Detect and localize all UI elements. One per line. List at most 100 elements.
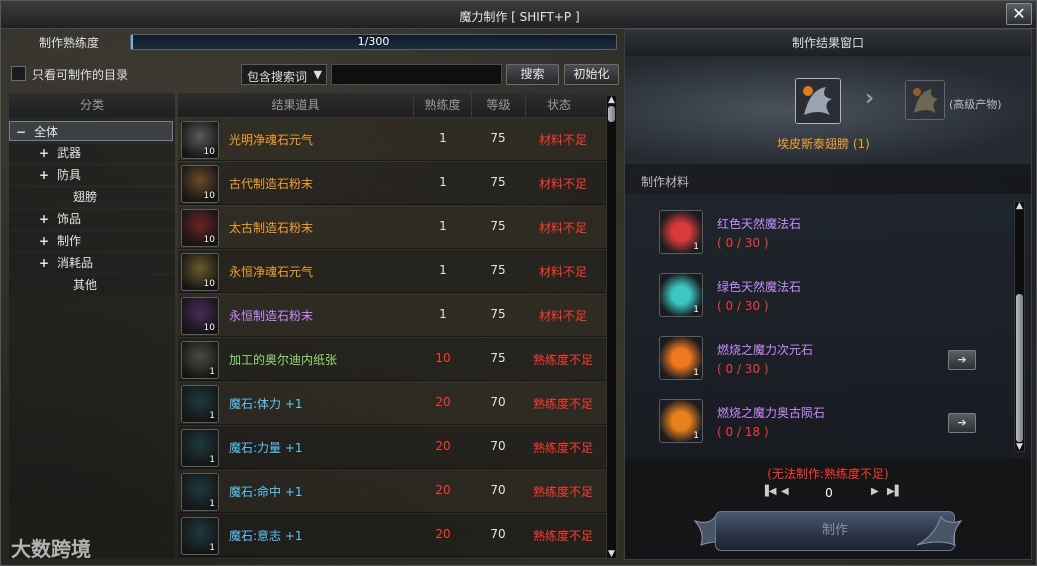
reset-button[interactable]: 初始化 [564, 64, 619, 85]
category-item[interactable]: + 防具 [37, 165, 81, 185]
required-proficiency: 20 [435, 395, 451, 409]
required-proficiency: 20 [435, 483, 451, 497]
category-item[interactable]: + 消耗品 [37, 253, 93, 273]
qty-last-icon[interactable]: ▶▌ [887, 486, 902, 497]
result-row[interactable]: 10 永恒制造石粉末 1 75 材料不足 [178, 294, 606, 337]
category-item[interactable]: + 制作 [37, 231, 81, 251]
result-item-slot[interactable] [795, 78, 841, 124]
materials-scroll-up-icon[interactable]: ▲ [1014, 201, 1025, 211]
item-stack-count: 1 [209, 455, 215, 465]
craft-status: 熟练度不足 [532, 485, 593, 499]
search-input[interactable] [331, 64, 502, 85]
magic-stone-icon: 1 [181, 473, 219, 511]
materials-scroll-down-icon[interactable]: ▼ [1014, 442, 1025, 452]
title-bar[interactable]: 魔力制作 [ SHIFT+P ] ✕ [1, 1, 1036, 29]
material-name: 绿色天然魔法石 [717, 280, 802, 294]
item-stack-count: 1 [209, 367, 215, 377]
required-proficiency: 10 [435, 351, 451, 365]
watermark: 大数跨境 [11, 537, 91, 561]
craft-status: 材料不足 [538, 309, 587, 323]
material-qty: 1 [693, 431, 699, 441]
result-arrow-icon: › [865, 86, 875, 111]
result-row[interactable]: 10 光明净魂石元气 1 75 材料不足 [178, 118, 606, 161]
magic-stone-icon: 1 [181, 517, 219, 555]
craft-controls: (无法制作:熟练度不足) ▐◀ ◀ 0 ▶ ▶▌ 制作 [625, 459, 1031, 559]
result-row[interactable]: 1 魔石:力量 +1 20 70 熟练度不足 [178, 426, 606, 469]
result-row[interactable]: 1 魔石:体力 +1 20 70 熟练度不足 [178, 382, 606, 425]
craft-status: 熟练度不足 [532, 397, 593, 411]
qty-prev-icon[interactable]: ◀ [781, 486, 789, 497]
material-count: ( 0 / 30 ) [717, 236, 769, 250]
teal-crystal-icon[interactable]: 1 [659, 273, 703, 317]
item-level: 70 [490, 483, 506, 497]
qty-next-icon[interactable]: ▶ [871, 486, 879, 497]
advanced-product-label: (高级产物) [949, 98, 1002, 111]
header-result-item[interactable]: 结果道具 [178, 93, 414, 117]
crafting-window: 魔力制作 [ SHIFT+P ] ✕ 制作熟练度 1/300 只看可制作的目录 … [0, 0, 1037, 566]
qty-first-icon[interactable]: ▐◀ [761, 486, 776, 497]
result-row[interactable]: 1 魔石:意志 +1 20 70 熟练度不足 [178, 514, 606, 557]
required-proficiency: 20 [435, 527, 451, 541]
result-row[interactable]: 10 古代制造石粉末 1 75 材料不足 [178, 162, 606, 205]
result-row[interactable]: 1 加工的奥尔迪内纸张 10 75 熟练度不足 [178, 338, 606, 381]
result-row[interactable]: 10 永恒净魂石元气 1 75 材料不足 [178, 250, 606, 293]
magic-stone-icon: 1 [181, 385, 219, 423]
window-title: 魔力制作 [ SHIFT+P ] [459, 10, 580, 24]
category-label: 全体 [34, 125, 59, 139]
materials-scroll-thumb[interactable] [1016, 294, 1023, 442]
material-count: ( 0 / 30 ) [717, 362, 769, 376]
soul-essence-icon: 10 [181, 121, 219, 159]
category-item[interactable]: + 武器 [37, 143, 81, 163]
scroll-down-icon[interactable]: ▼ [606, 549, 617, 559]
item-level: 75 [490, 219, 506, 233]
required-proficiency: 1 [439, 131, 447, 145]
orange-gem-icon[interactable]: 1 [659, 336, 703, 380]
category-item[interactable]: − 全体 [9, 121, 173, 141]
item-stack-count: 1 [209, 411, 215, 421]
wing-item-icon [796, 79, 840, 123]
proficiency-bar: 1/300 [130, 34, 617, 50]
material-recipe-link-button[interactable]: ➔ [948, 350, 976, 370]
category-item[interactable]: 其他 [53, 275, 97, 295]
item-level: 70 [490, 527, 506, 541]
proficiency-label: 制作熟练度 [39, 36, 100, 50]
material-recipe-link-button[interactable]: ➔ [948, 413, 976, 433]
header-proficiency[interactable]: 熟练度 [414, 93, 472, 117]
advanced-item-slot[interactable] [905, 80, 945, 120]
category-label: 翅膀 [73, 190, 98, 204]
materials-scrollbar[interactable]: ▲ ▼ [1014, 201, 1025, 452]
scroll-thumb[interactable] [608, 106, 615, 122]
search-mode-dropdown[interactable]: 包含搜索词 ▼ [241, 64, 327, 85]
scroll-up-icon[interactable]: ▲ [606, 95, 617, 105]
craftable-only-checkbox[interactable] [11, 66, 26, 81]
result-row[interactable]: 10 太古制造石粉末 1 75 材料不足 [178, 206, 606, 249]
material-name: 燃烧之魔力奥古陨石 [717, 406, 826, 420]
result-window-title: 制作结果窗口 [625, 30, 1031, 56]
stone-powder-icon: 10 [181, 209, 219, 247]
craft-status: 熟练度不足 [532, 441, 593, 455]
header-level[interactable]: 等级 [472, 93, 526, 117]
item-level: 75 [490, 131, 506, 145]
craft-quantity[interactable]: 0 [821, 486, 837, 500]
item-stack-count: 10 [203, 191, 215, 201]
item-level: 75 [490, 351, 506, 365]
advanced-item-icon [906, 81, 944, 119]
result-item-name: 魔石:意志 +1 [229, 529, 303, 543]
dropdown-arrow-icon: ▼ [313, 68, 322, 81]
red-crystal-icon[interactable]: 1 [659, 210, 703, 254]
category-item[interactable]: + 饰品 [37, 209, 81, 229]
result-row[interactable]: 1 魔石:命中 +1 20 70 熟练度不足 [178, 470, 606, 513]
category-panel: 分类 − 全体 + 武器 + 防具 翅膀 + 饰品 + 制作 + 消耗品 其他 [9, 93, 175, 559]
close-button[interactable]: ✕ [1006, 3, 1032, 25]
search-button[interactable]: 搜索 [506, 64, 559, 85]
result-list-scrollbar[interactable]: ▲ ▼ [606, 95, 617, 559]
category-label: 饰品 [57, 212, 82, 226]
category-item[interactable]: 翅膀 [53, 187, 97, 207]
header-status[interactable]: 状态 [526, 93, 592, 117]
craft-warning: (无法制作:熟练度不足) [767, 467, 889, 481]
swirl-stone-icon[interactable]: 1 [659, 399, 703, 443]
item-stack-count: 1 [209, 499, 215, 509]
collapse-icon: − [15, 125, 27, 139]
required-proficiency: 1 [439, 219, 447, 233]
category-row-bg [9, 166, 175, 185]
